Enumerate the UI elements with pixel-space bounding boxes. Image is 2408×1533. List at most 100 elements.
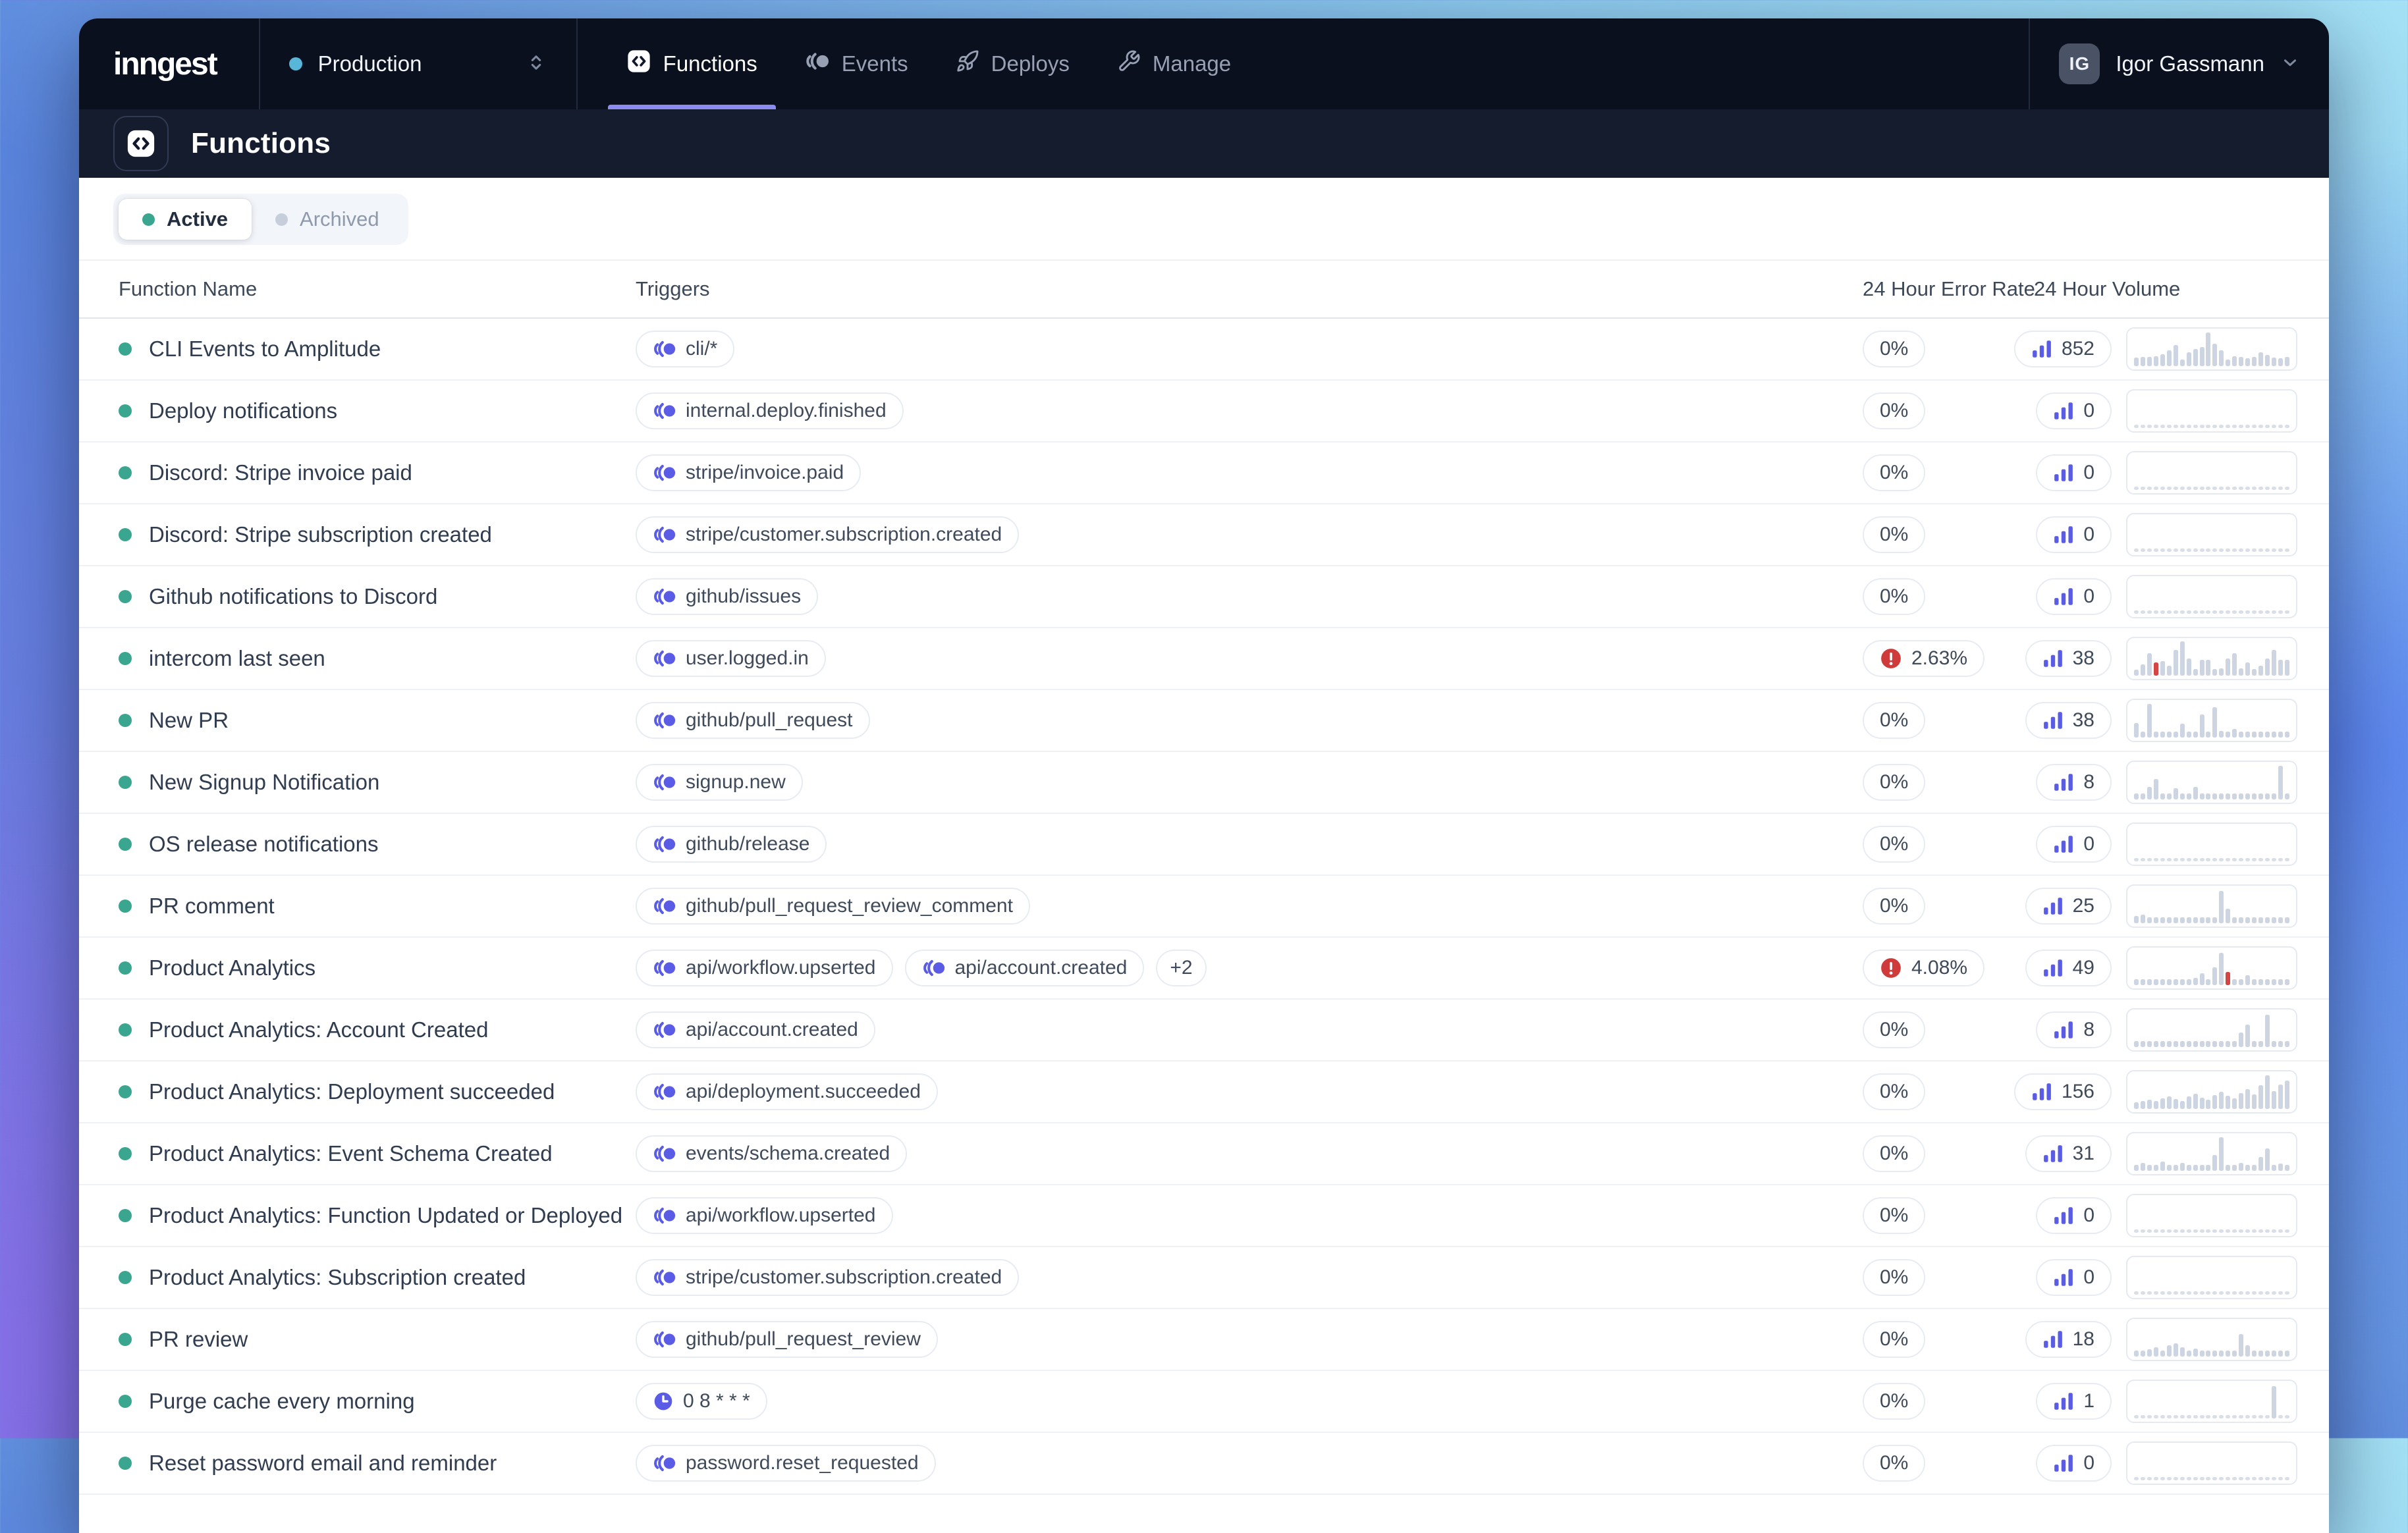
spark-bar [2180,549,2185,552]
event-wave-icon [653,711,676,730]
function-row[interactable]: CLI Events to Amplitude cli/* 0% 852 [79,319,2329,381]
spark-bar [2200,660,2204,676]
event-trigger-badge: github/pull_request [636,702,870,739]
tab-deploys[interactable]: Deploys [936,18,1089,109]
spark-bar [2154,425,2158,428]
volume-badge: 0 [2036,1259,2112,1296]
tab-events[interactable]: Events [785,18,928,109]
unfold-icon [525,51,547,77]
spark-bar [2252,1477,2257,1480]
function-row[interactable]: Discord: Stripe invoice paid stripe/invo… [79,443,2329,504]
spark-bar [2245,1165,2250,1171]
spark-bar [2252,1165,2257,1171]
spark-bar [2160,732,2165,738]
spark-bar [2285,1081,2289,1109]
function-row[interactable]: Product Analytics: Deployment succeeded … [79,1062,2329,1123]
spark-bar [2154,549,2158,552]
spark-bar [2219,668,2224,676]
function-row[interactable]: Purge cache every morning 0 8 * * * 0% 1 [79,1371,2329,1433]
spark-bar [2147,549,2152,552]
environment-switcher[interactable]: Production [260,18,576,109]
function-row[interactable]: Discord: Stripe subscription created str… [79,504,2329,566]
spark-bar [2174,732,2178,738]
function-row[interactable]: OS release notifications github/release … [79,814,2329,876]
spark-bar [2154,610,2158,614]
spark-bar [2141,1351,2145,1357]
trigger-list: stripe/customer.subscription.created [636,1259,1863,1296]
column-function-name: Function Name [119,277,636,301]
user-menu[interactable]: IG Igor Gassmann [2030,43,2300,84]
tab-label: Events [842,51,908,76]
spark-bar [2258,425,2263,428]
function-row[interactable]: intercom last seen user.logged.in 2.63% … [79,628,2329,690]
spark-bar [2258,1291,2263,1295]
spark-bar [2167,1477,2172,1480]
top-nav: inngest Production Functions Events [79,18,2329,109]
spark-bar [2219,1137,2224,1171]
function-row[interactable]: Reset password email and reminder passwo… [79,1433,2329,1495]
function-row[interactable]: PR review github/pull_request_review 0% … [79,1309,2329,1371]
spark-bar [2219,858,2224,861]
spark-bar [2252,1351,2257,1357]
bar-chart-icon [2042,958,2064,978]
tab-functions[interactable]: Functions [607,18,777,109]
spark-bar [2252,357,2257,366]
spark-bar [2141,1229,2145,1233]
spark-bar [2285,1351,2289,1357]
spark-bar [2206,793,2210,799]
function-row[interactable]: Product Analytics: Account Created api/a… [79,1000,2329,1062]
error-rate-badge: 0% [1863,1135,1925,1172]
filter-archived-button[interactable]: Archived [252,199,403,240]
spark-bar [2258,610,2263,614]
spark-bar [2174,917,2178,923]
event-trigger-badge: user.logged.in [636,640,826,677]
spark-bar [2272,487,2276,490]
spark-bar [2239,1415,2243,1418]
function-row[interactable]: Product Analytics api/workflow.upserteda… [79,938,2329,1000]
spark-bar [2219,793,2224,799]
filter-active-button[interactable]: Active [119,199,252,240]
user-name: Igor Gassmann [2116,51,2264,76]
spark-bar [2154,1041,2158,1047]
spark-bar [2141,1291,2145,1295]
spark-bar [2147,357,2152,366]
spark-bar [2252,1041,2257,1047]
filter-label: Active [167,207,228,231]
spark-bar [2134,1041,2139,1047]
spark-bar [2226,360,2230,366]
spark-bar [2200,1477,2204,1480]
spark-bar [2180,1163,2185,1171]
function-row[interactable]: Deploy notifications internal.deploy.fin… [79,381,2329,443]
spark-bar [2206,549,2210,552]
function-row[interactable]: New PR github/pull_request 0% 38 [79,690,2329,752]
spark-bar [2134,1102,2139,1109]
spark-bar [2154,917,2158,923]
spark-bar [2134,1477,2139,1480]
spark-bar [2226,1351,2230,1357]
spark-bar [2193,1165,2198,1171]
spark-bar [2147,487,2152,490]
spark-bar [2226,1096,2230,1109]
trigger-list: internal.deploy.finished [636,392,1863,429]
spark-bar [2278,732,2283,738]
function-row[interactable]: Github notifications to Discord github/i… [79,566,2329,628]
function-name: Product Analytics: Event Schema Created [149,1141,553,1166]
spark-bar [2134,670,2139,676]
event-wave-icon [653,1144,676,1164]
spark-bar [2226,1229,2230,1233]
spark-bar [2272,793,2276,799]
spark-bar [2174,487,2178,490]
function-row[interactable]: New Signup Notification signup.new 0% 8 [79,752,2329,814]
spark-bar [2141,979,2145,985]
spark-bar [2278,358,2283,366]
spark-bar [2141,793,2145,799]
tab-manage[interactable]: Manage [1097,18,1251,109]
function-row[interactable]: Product Analytics: Event Schema Created … [79,1123,2329,1185]
function-row[interactable]: Product Analytics: Function Updated or D… [79,1185,2329,1247]
archived-dot [275,213,288,226]
function-row[interactable]: Product Analytics: Subscription created … [79,1247,2329,1309]
spark-bar [2219,425,2224,428]
function-row[interactable]: PR comment github/pull_request_review_co… [79,876,2329,938]
spark-bar [2245,549,2250,552]
function-name: CLI Events to Amplitude [149,336,381,362]
